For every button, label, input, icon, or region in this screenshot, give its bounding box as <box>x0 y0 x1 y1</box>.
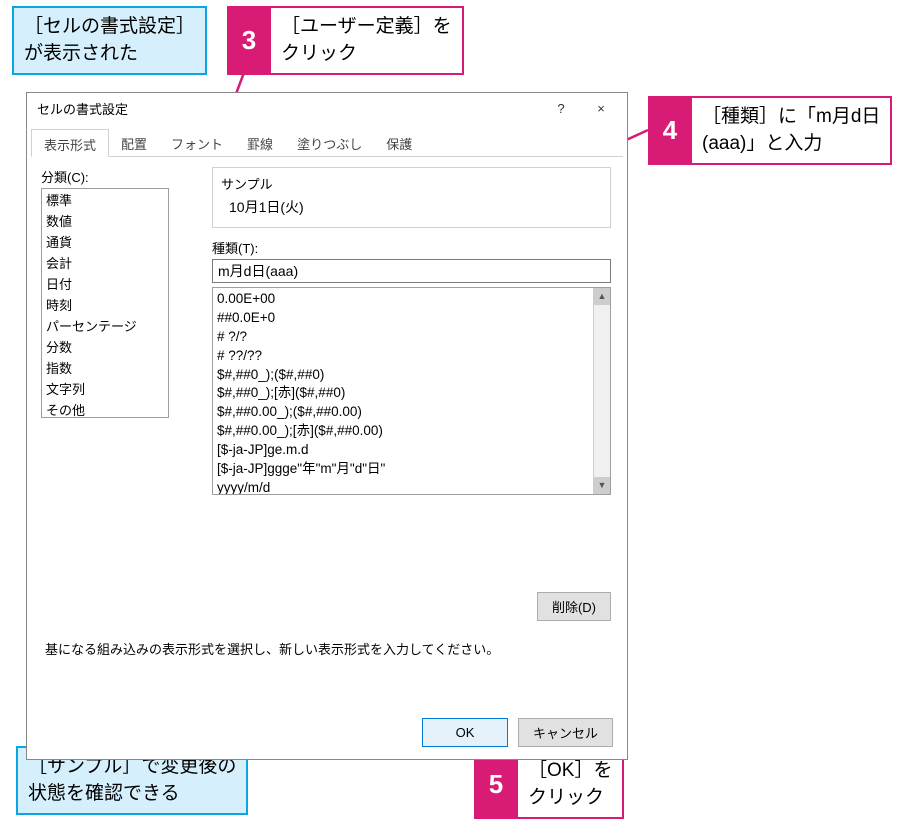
list-item[interactable]: ##0.0E+0 <box>217 309 606 328</box>
scroll-up-icon[interactable]: ▲ <box>594 288 610 305</box>
tab-font[interactable]: フォント <box>159 129 235 156</box>
list-item[interactable]: $#,##0_);($#,##0) <box>217 366 606 385</box>
dialog-title: セルの書式設定 <box>33 99 541 118</box>
tab-number-format[interactable]: 表示形式 <box>31 129 109 157</box>
close-button[interactable]: × <box>581 93 621 123</box>
list-item[interactable]: 指数 <box>42 357 168 378</box>
tab-protection[interactable]: 保護 <box>374 129 424 156</box>
tab-fill[interactable]: 塗りつぶし <box>285 129 374 156</box>
sample-box: サンプル 10月1日(火) <box>212 167 611 228</box>
sample-label: サンプル <box>221 174 602 193</box>
list-item[interactable]: 時刻 <box>42 294 168 315</box>
scrollbar[interactable]: ▲ ▼ <box>593 288 610 494</box>
list-item[interactable]: パーセンテージ <box>42 315 168 336</box>
callout-step-5: ［OK］を クリック <box>518 750 624 819</box>
step-number-3: 3 <box>227 6 271 75</box>
tab-alignment[interactable]: 配置 <box>109 129 159 156</box>
type-label: 種類(T): <box>212 238 611 257</box>
step-number-4: 4 <box>648 96 692 165</box>
list-item[interactable]: $#,##0.00_);($#,##0.00) <box>217 403 606 422</box>
help-button[interactable]: ? <box>541 93 581 123</box>
list-item[interactable]: [$-ja-JP]ge.m.d <box>217 441 606 460</box>
list-item[interactable]: $#,##0.00_);[赤]($#,##0.00) <box>217 422 606 441</box>
list-item[interactable]: # ?/? <box>217 328 606 347</box>
titlebar: セルの書式設定 ? × <box>27 93 627 123</box>
ok-button[interactable]: OK <box>422 718 508 747</box>
category-list[interactable]: 標準 数値 通貨 会計 日付 時刻 パーセンテージ 分数 指数 文字列 その他 … <box>41 188 169 418</box>
list-item[interactable]: 会計 <box>42 252 168 273</box>
list-item[interactable]: [$-ja-JP]ggge"年"m"月"d"日" <box>217 460 606 479</box>
list-item[interactable]: 日付 <box>42 273 168 294</box>
cancel-button[interactable]: キャンセル <box>518 718 613 747</box>
format-list[interactable]: 0.00E+00 ##0.0E+0 # ?/? # ??/?? $#,##0_)… <box>212 287 611 495</box>
type-input[interactable] <box>212 259 611 283</box>
list-item[interactable]: 分数 <box>42 336 168 357</box>
step-number-5: 5 <box>474 750 518 819</box>
tab-border[interactable]: 罫線 <box>235 129 285 156</box>
list-item[interactable]: $#,##0_);[赤]($#,##0) <box>217 384 606 403</box>
delete-button[interactable]: 削除(D) <box>537 592 611 621</box>
list-item[interactable]: 通貨 <box>42 231 168 252</box>
list-item[interactable]: その他 <box>42 399 168 418</box>
sample-value: 10月1日(火) <box>221 197 602 217</box>
format-cells-dialog: セルの書式設定 ? × 表示形式 配置 フォント 罫線 塗りつぶし 保護 分類(… <box>26 92 628 760</box>
list-item[interactable]: 数値 <box>42 210 168 231</box>
list-item[interactable]: # ??/?? <box>217 347 606 366</box>
callout-info-dialog-shown: ［セルの書式設定］ が表示された <box>12 6 207 75</box>
callout-step-3: ［ユーザー定義］を クリック <box>271 6 464 75</box>
hint-text: 基になる組み込みの表示形式を選択し、新しい表示形式を入力してください。 <box>45 639 499 658</box>
list-item[interactable]: 標準 <box>42 189 168 210</box>
tab-bar: 表示形式 配置 フォント 罫線 塗りつぶし 保護 <box>31 129 623 157</box>
callout-step-4: ［種類］に「m月d日 (aaa)」と入力 <box>692 96 892 165</box>
list-item[interactable]: yyyy/m/d <box>217 479 606 495</box>
list-item[interactable]: 文字列 <box>42 378 168 399</box>
list-item[interactable]: 0.00E+00 <box>217 290 606 309</box>
scroll-down-icon[interactable]: ▼ <box>594 477 610 494</box>
